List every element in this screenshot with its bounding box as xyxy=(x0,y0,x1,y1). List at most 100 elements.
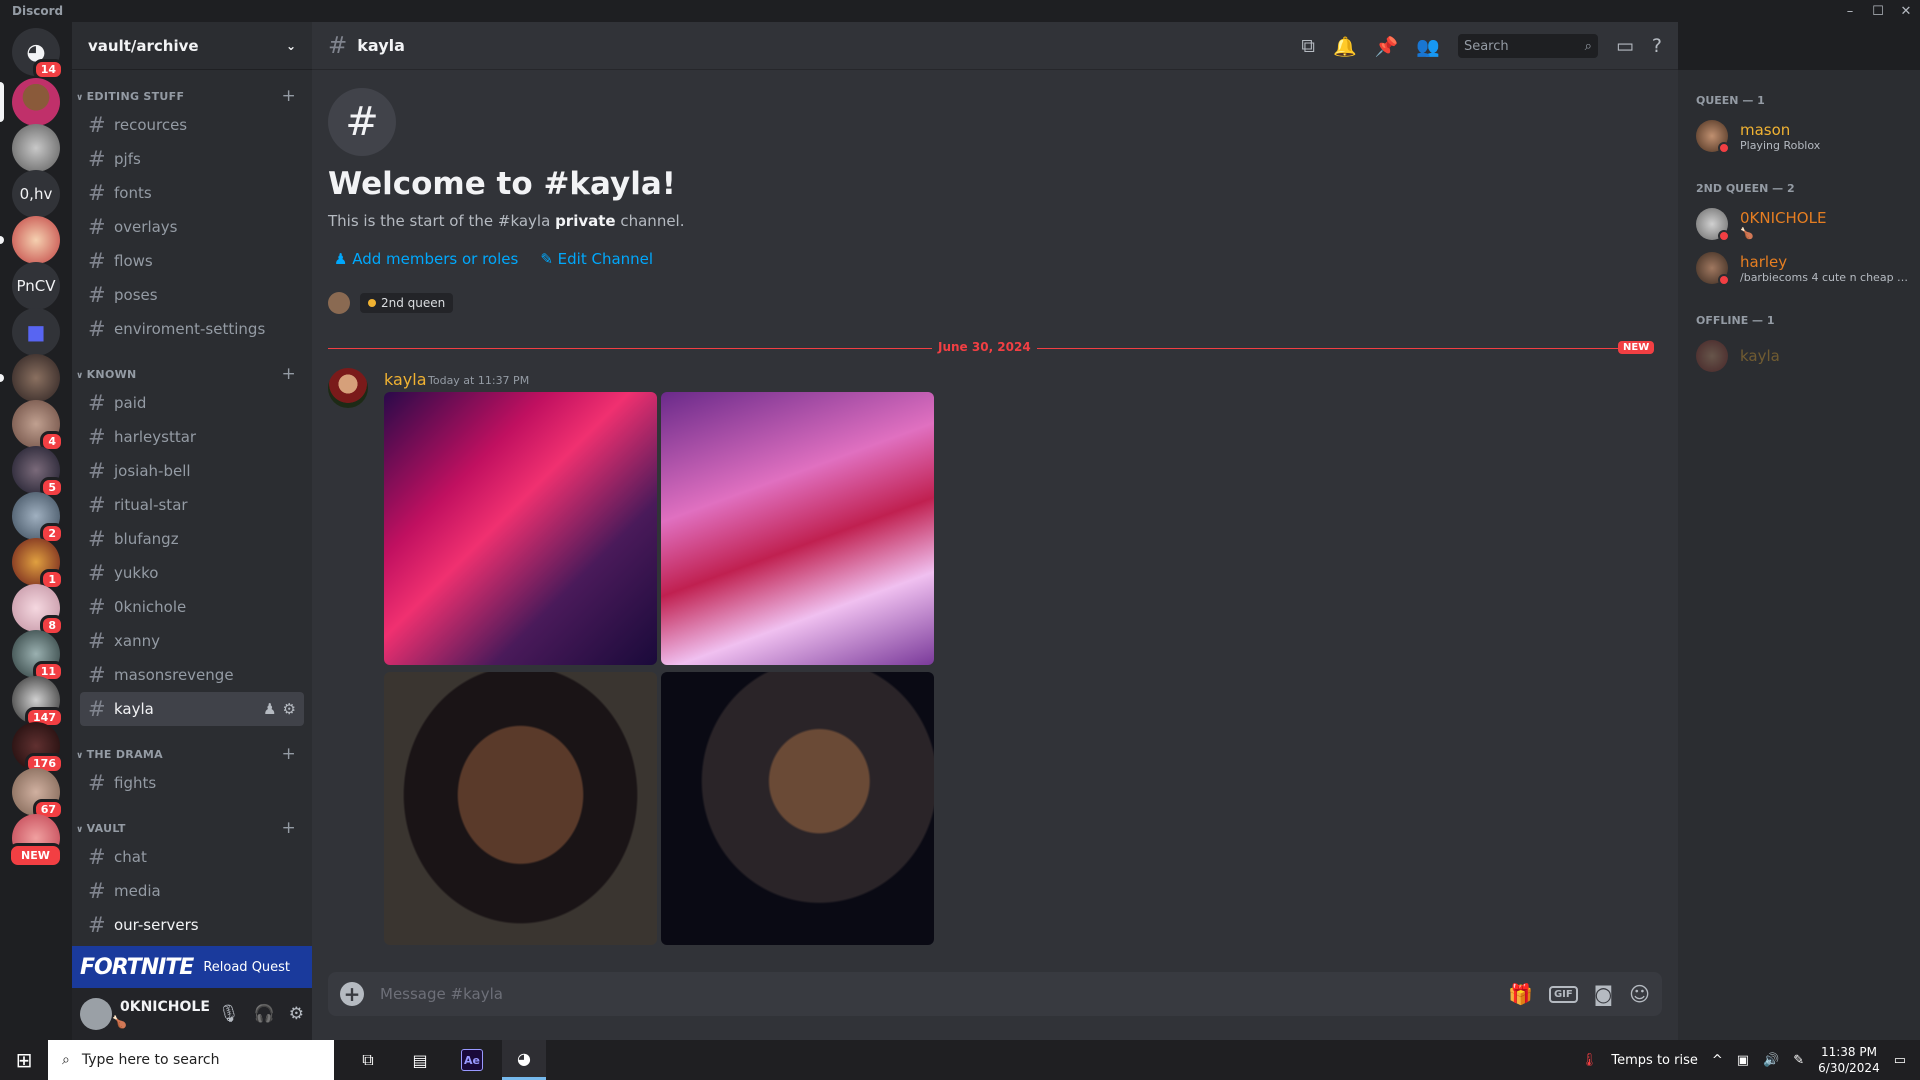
invite-icon[interactable]: ♟ xyxy=(263,700,276,718)
quest-banner[interactable]: FORTNITE Reload Quest xyxy=(72,946,312,988)
chevron-up-icon[interactable]: ^ xyxy=(1712,1053,1723,1068)
server-icon[interactable]: 1 xyxy=(12,538,64,590)
after-effects-icon[interactable]: Ae xyxy=(450,1040,494,1080)
channel-yukko[interactable]: # yukko xyxy=(80,556,304,590)
category-known[interactable]: ∨ KNOWN + xyxy=(72,362,312,386)
channel-xanny[interactable]: # xanny xyxy=(80,624,304,658)
channel-masonsrevenge[interactable]: # masonsrevenge xyxy=(80,658,304,692)
threads-icon[interactable]: ⧉ xyxy=(1301,35,1315,57)
close-icon[interactable]: ✕ xyxy=(1892,4,1920,19)
server-icon[interactable] xyxy=(0,216,60,264)
avatar[interactable] xyxy=(80,998,112,1030)
server-icon[interactable] xyxy=(0,354,60,402)
server-icon[interactable]: NEW xyxy=(8,814,63,868)
volume-icon[interactable]: 🔊 xyxy=(1763,1053,1779,1068)
pen-icon[interactable]: ✎ xyxy=(1793,1053,1804,1068)
member-item[interactable]: mason Playing Roblox xyxy=(1678,114,1920,158)
sticker-icon[interactable]: ◙ xyxy=(1594,982,1613,1006)
add-channel-icon[interactable]: + xyxy=(281,744,296,764)
server-icon[interactable] xyxy=(12,124,60,172)
home-button[interactable]: ◕ 14 xyxy=(12,28,64,80)
role-pill[interactable]: 2nd queen xyxy=(360,293,454,313)
attachment-image[interactable] xyxy=(384,392,657,665)
attachment-image[interactable] xyxy=(661,672,934,945)
add-channel-icon[interactable]: + xyxy=(281,86,296,106)
server-icon[interactable]: 5 xyxy=(12,446,64,498)
channel-fonts[interactable]: # fonts xyxy=(80,176,304,210)
weather-text[interactable]: Temps to rise xyxy=(1611,1053,1697,1068)
notepad-icon[interactable]: ▤ xyxy=(398,1040,442,1080)
notifications-icon[interactable]: ▭ xyxy=(1894,1053,1906,1068)
member-item[interactable]: 0KNICHOLE 🍗 xyxy=(1678,202,1920,246)
attachment-image[interactable] xyxy=(661,392,934,665)
message-input[interactable] xyxy=(380,985,1509,1003)
welcome-title: Welcome to #kayla! xyxy=(328,166,676,202)
add-user-icon: ♟ xyxy=(334,250,353,268)
clock[interactable]: 11:38 PM 6/30/2024 xyxy=(1818,1044,1880,1076)
member-item[interactable]: kayla xyxy=(1678,334,1920,378)
server-icon[interactable]: 11 xyxy=(12,630,64,682)
add-members-link[interactable]: ♟ Add members or roles xyxy=(334,250,518,268)
bell-icon[interactable]: 🔔 xyxy=(1333,35,1357,58)
category-the-drama[interactable]: ∨ THE DRAMA + xyxy=(72,742,312,766)
task-view-icon[interactable]: ⧉ xyxy=(346,1040,390,1080)
guild-header[interactable]: vault/archive ⌄ xyxy=(72,22,312,70)
server-icon[interactable]: 67 xyxy=(12,768,64,820)
channel-josiah-bell[interactable]: # josiah-bell xyxy=(80,454,304,488)
channel-kayla[interactable]: # kayla ♟ ⚙ xyxy=(80,692,304,726)
discord-taskbar-icon[interactable]: ◕ xyxy=(502,1040,546,1080)
avatar[interactable] xyxy=(328,368,368,408)
add-channel-icon[interactable]: + xyxy=(281,818,296,838)
channel-our-servers[interactable]: # our-servers xyxy=(80,908,304,942)
attachment-image[interactable] xyxy=(384,672,657,945)
server-icon[interactable]: 176 xyxy=(12,722,64,774)
channel-fights[interactable]: # fights xyxy=(80,766,304,800)
channel-paid[interactable]: # paid xyxy=(80,386,304,420)
help-icon[interactable]: ? xyxy=(1652,35,1662,57)
microphone-icon[interactable]: 🎙 xyxy=(218,1004,240,1024)
edit-channel-link[interactable]: ✎ Edit Channel xyxy=(540,250,653,268)
gear-icon[interactable]: ⚙ xyxy=(283,700,296,718)
headphones-icon[interactable]: 🎧 xyxy=(254,1004,275,1024)
taskbar-search[interactable]: ⌕ Type here to search xyxy=(48,1040,334,1080)
member-item[interactable]: harley/barbiecoms 4 cute n cheap e... xyxy=(1678,246,1920,290)
server-icon-pncv[interactable]: PnCV xyxy=(12,262,60,310)
server-icon[interactable]: 147 xyxy=(12,676,64,728)
server-icon[interactable]: 8 xyxy=(12,584,64,636)
channel-recources[interactable]: # recources xyxy=(80,108,304,142)
channel-media[interactable]: # media xyxy=(80,874,304,908)
server-icon[interactable]: 4 xyxy=(12,400,64,452)
server-folder[interactable]: ■ xyxy=(12,308,60,356)
network-icon[interactable]: ▣ xyxy=(1737,1053,1749,1068)
emoji-icon[interactable]: ☺ xyxy=(1629,982,1650,1006)
channel-ritual-star[interactable]: # ritual-star xyxy=(80,488,304,522)
pin-icon[interactable]: 📌 xyxy=(1375,35,1399,58)
category-editing-stuff[interactable]: ∨ EDITING STUFF + xyxy=(72,84,312,108)
channel-chat[interactable]: # chat xyxy=(80,840,304,874)
channel-flows[interactable]: # flows xyxy=(80,244,304,278)
maximize-icon[interactable]: ☐ xyxy=(1864,4,1892,19)
server-icon[interactable]: 2 xyxy=(12,492,64,544)
channel-harleysttar[interactable]: # harleysttar xyxy=(80,420,304,454)
category-vault[interactable]: ∨ VAULT + xyxy=(72,816,312,840)
server-icon-0hv[interactable]: 0,hv xyxy=(12,170,60,218)
channel-0knichole[interactable]: #0knichole xyxy=(80,590,304,624)
gif-button[interactable]: GIF xyxy=(1548,985,1578,1003)
avatar xyxy=(1696,208,1730,242)
add-channel-icon[interactable]: + xyxy=(281,364,296,384)
inbox-icon[interactable]: ▭ xyxy=(1616,35,1634,57)
add-attachment-button[interactable]: + xyxy=(340,982,364,1006)
channel-pjfs[interactable]: # pjfs xyxy=(80,142,304,176)
members-icon[interactable]: 👥 xyxy=(1416,35,1440,58)
message-author[interactable]: kayla xyxy=(384,370,427,389)
server-icon[interactable] xyxy=(0,78,60,126)
search-input[interactable]: Search ⌕ xyxy=(1457,34,1598,58)
windows-start-icon[interactable]: ⊞ xyxy=(0,1040,48,1080)
minimize-icon[interactable]: – xyxy=(1836,4,1864,19)
channel-poses[interactable]: # poses xyxy=(80,278,304,312)
channel-enviroment-settings[interactable]: # enviroment-settings xyxy=(80,312,304,346)
channel-overlays[interactable]: # overlays xyxy=(80,210,304,244)
gift-icon[interactable]: 🎁 xyxy=(1508,982,1533,1006)
gear-icon[interactable]: ⚙ xyxy=(289,1004,304,1024)
channel-blufangz[interactable]: # blufangz xyxy=(80,522,304,556)
